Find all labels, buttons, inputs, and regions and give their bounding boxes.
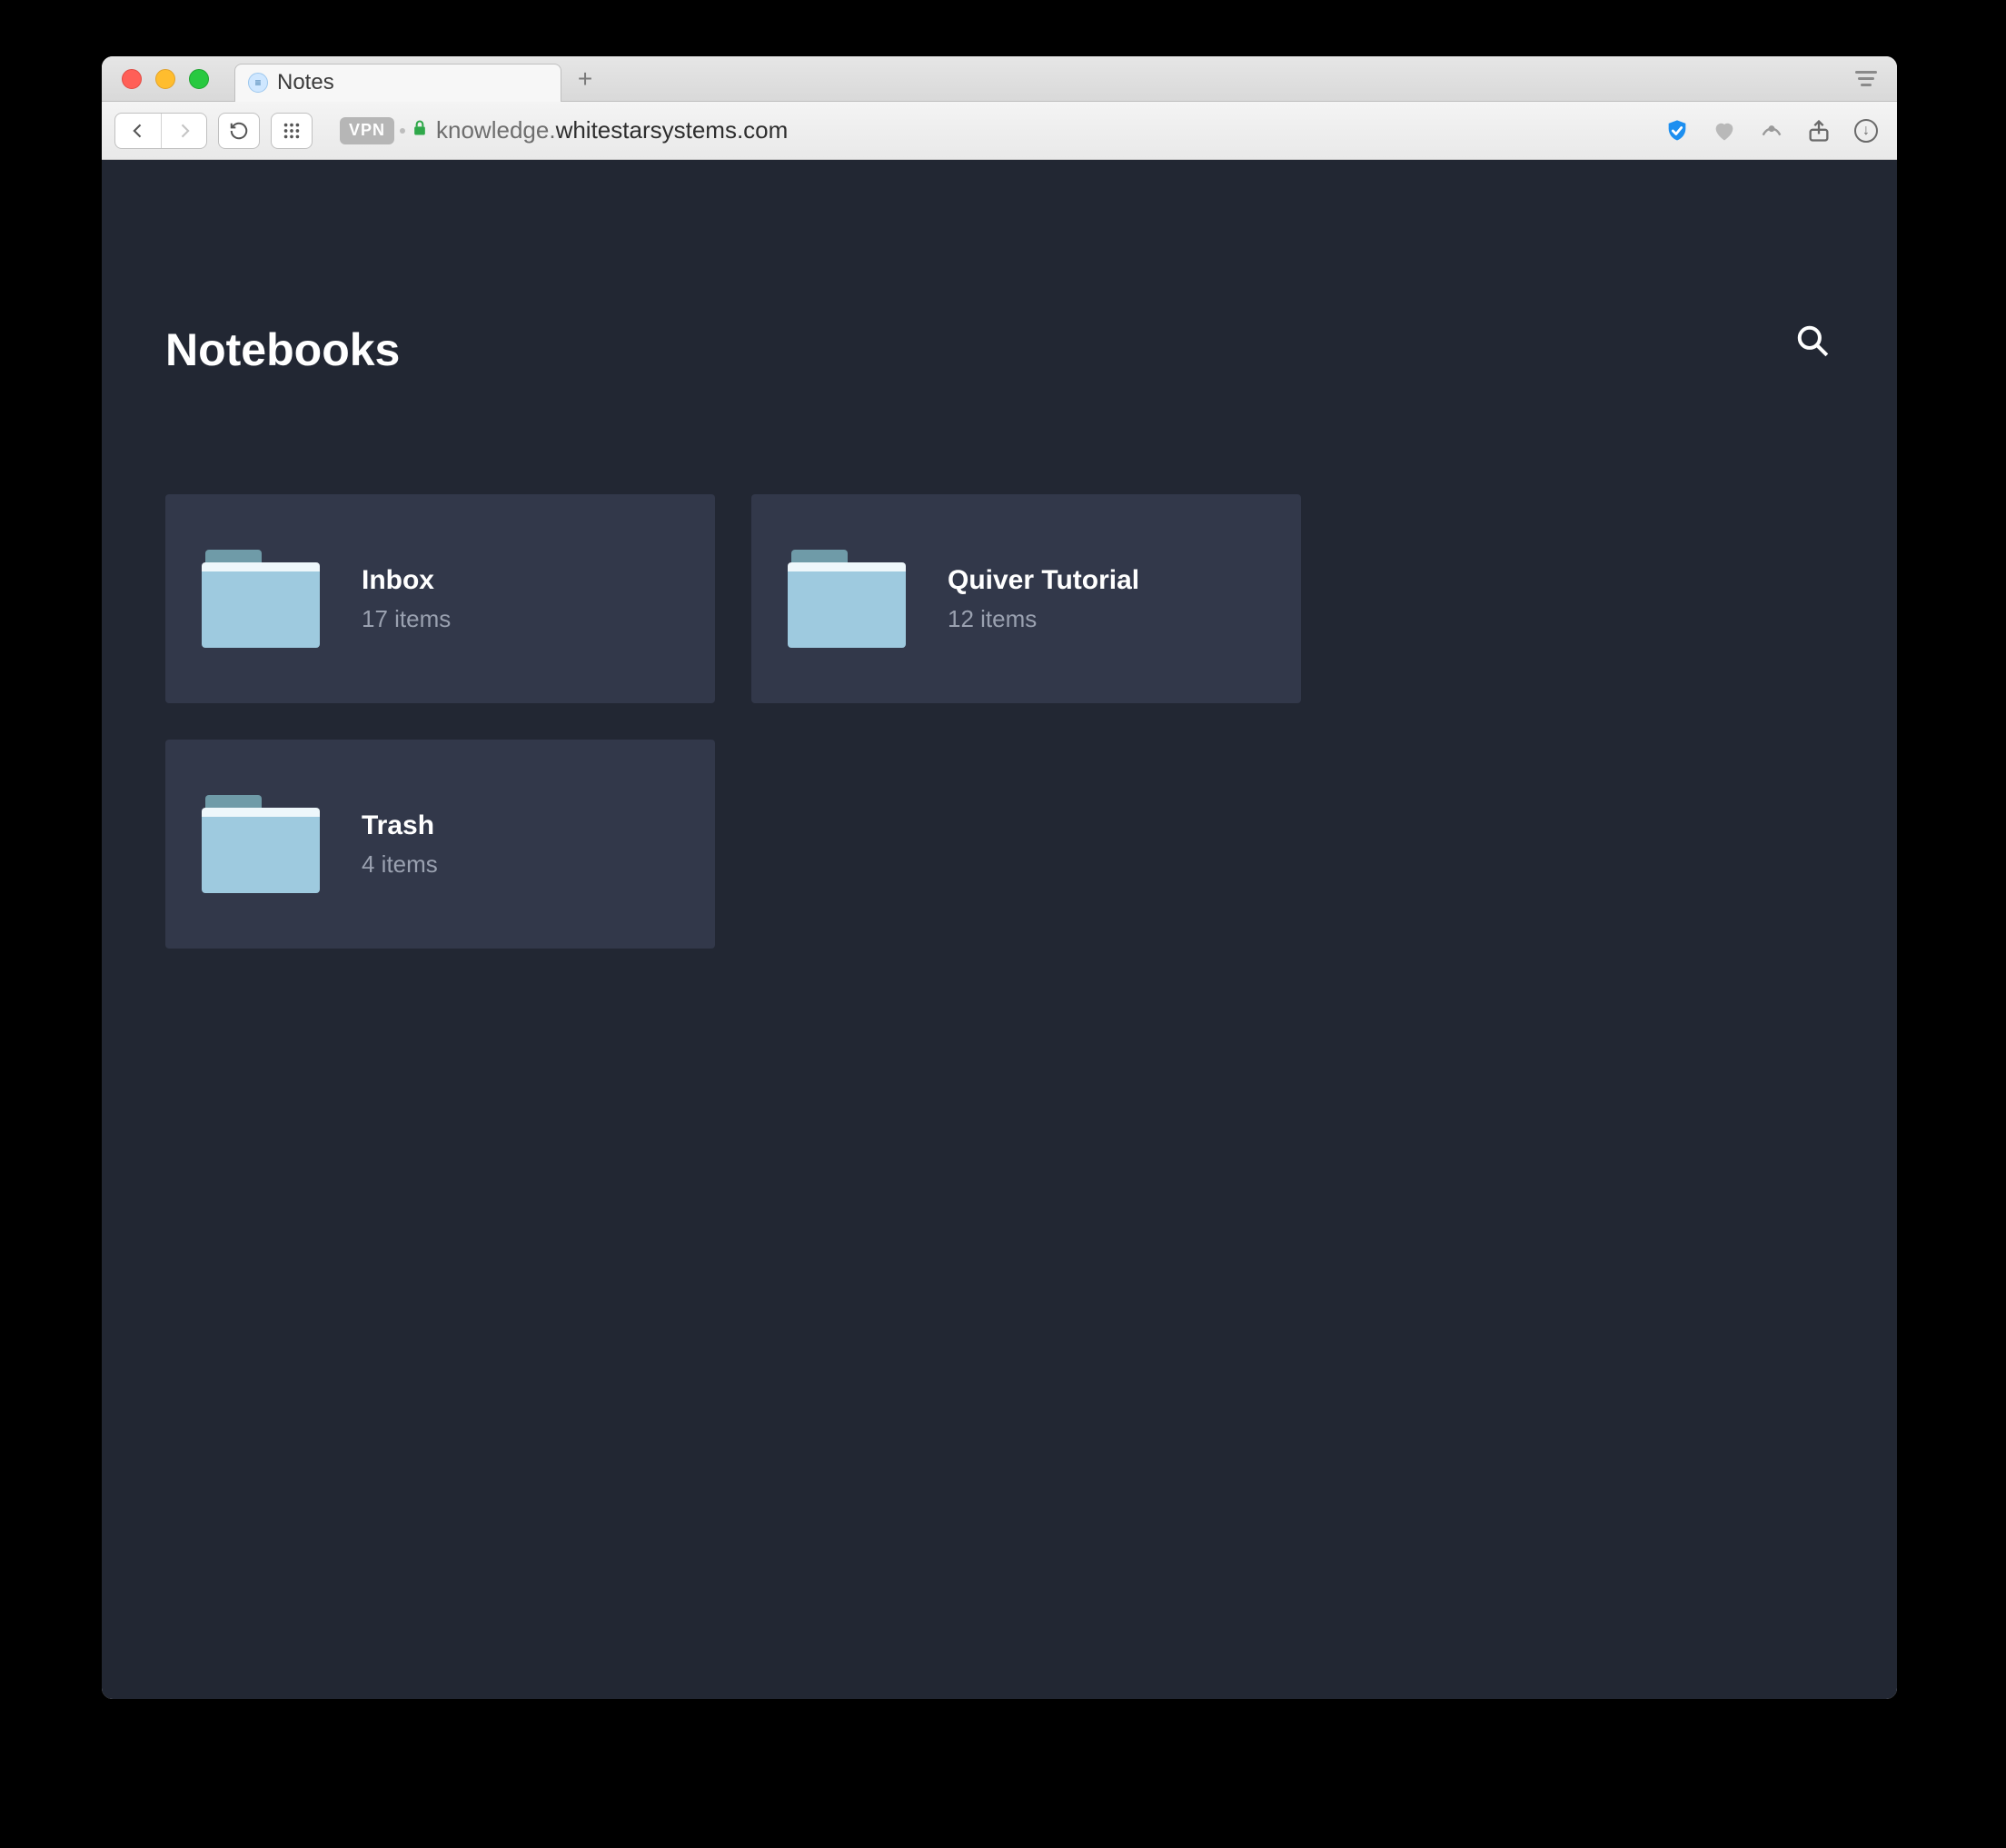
minimize-window-button[interactable] (155, 69, 175, 89)
notebook-card-trash[interactable]: Trash 4 items (165, 740, 715, 949)
notebook-count: 4 items (362, 850, 438, 879)
extension-tool-icon[interactable] (1753, 113, 1790, 149)
url-text: knowledge.whitestarsystems.com (436, 116, 788, 144)
new-tab-button[interactable]: + (567, 61, 603, 97)
notebook-name: Inbox (362, 565, 451, 596)
favorite-icon[interactable] (1706, 113, 1743, 149)
url-domain: whitestarsystems.com (556, 116, 789, 144)
all-tabs-button[interactable] (1852, 65, 1881, 94)
notebook-info: Quiver Tutorial 12 items (948, 565, 1139, 633)
tab-favicon: ≡ (248, 73, 268, 93)
back-button[interactable] (115, 114, 161, 148)
notebook-name: Trash (362, 810, 438, 841)
address-bar[interactable]: VPN knowledge.whitestarsystems.com (340, 116, 788, 144)
notebook-info: Inbox 17 items (362, 565, 451, 633)
forward-button[interactable] (161, 114, 206, 148)
folder-icon (788, 550, 906, 648)
notebook-info: Trash 4 items (362, 810, 438, 879)
reload-button[interactable] (218, 113, 260, 149)
folder-icon (202, 795, 320, 893)
nav-buttons (114, 113, 207, 149)
notebook-grid: Inbox 17 items Quiver Tutorial 12 items (165, 494, 1833, 949)
notebook-count: 12 items (948, 605, 1139, 633)
notebook-card-quiver-tutorial[interactable]: Quiver Tutorial 12 items (751, 494, 1301, 703)
tab-title: Notes (277, 70, 334, 95)
close-window-button[interactable] (122, 69, 142, 89)
share-button[interactable] (1801, 113, 1837, 149)
search-button[interactable] (1795, 323, 1833, 362)
fullscreen-window-button[interactable] (189, 69, 209, 89)
page-title: Notebooks (165, 323, 1833, 376)
notebook-card-inbox[interactable]: Inbox 17 items (165, 494, 715, 703)
toolbar: VPN knowledge.whitestarsystems.com (102, 102, 1897, 160)
window-controls (111, 69, 218, 89)
tab-bar: ≡ Notes + (102, 56, 1897, 102)
extension-shield-icon[interactable] (1659, 113, 1695, 149)
folder-icon (202, 550, 320, 648)
apps-button[interactable] (271, 113, 313, 149)
browser-window: ≡ Notes + VPN (102, 56, 1897, 1699)
notebook-count: 17 items (362, 605, 451, 633)
url-subdomain: knowledge. (436, 116, 556, 144)
separator-dot (400, 128, 405, 134)
browser-tab[interactable]: ≡ Notes (234, 64, 561, 102)
download-icon (1854, 119, 1878, 143)
downloads-button[interactable] (1848, 113, 1884, 149)
notebook-name: Quiver Tutorial (948, 565, 1139, 596)
vpn-badge: VPN (340, 117, 394, 144)
page-content: Notebooks Inbox 17 items Quiver Tutoria (102, 160, 1897, 1699)
lock-icon (411, 118, 429, 144)
